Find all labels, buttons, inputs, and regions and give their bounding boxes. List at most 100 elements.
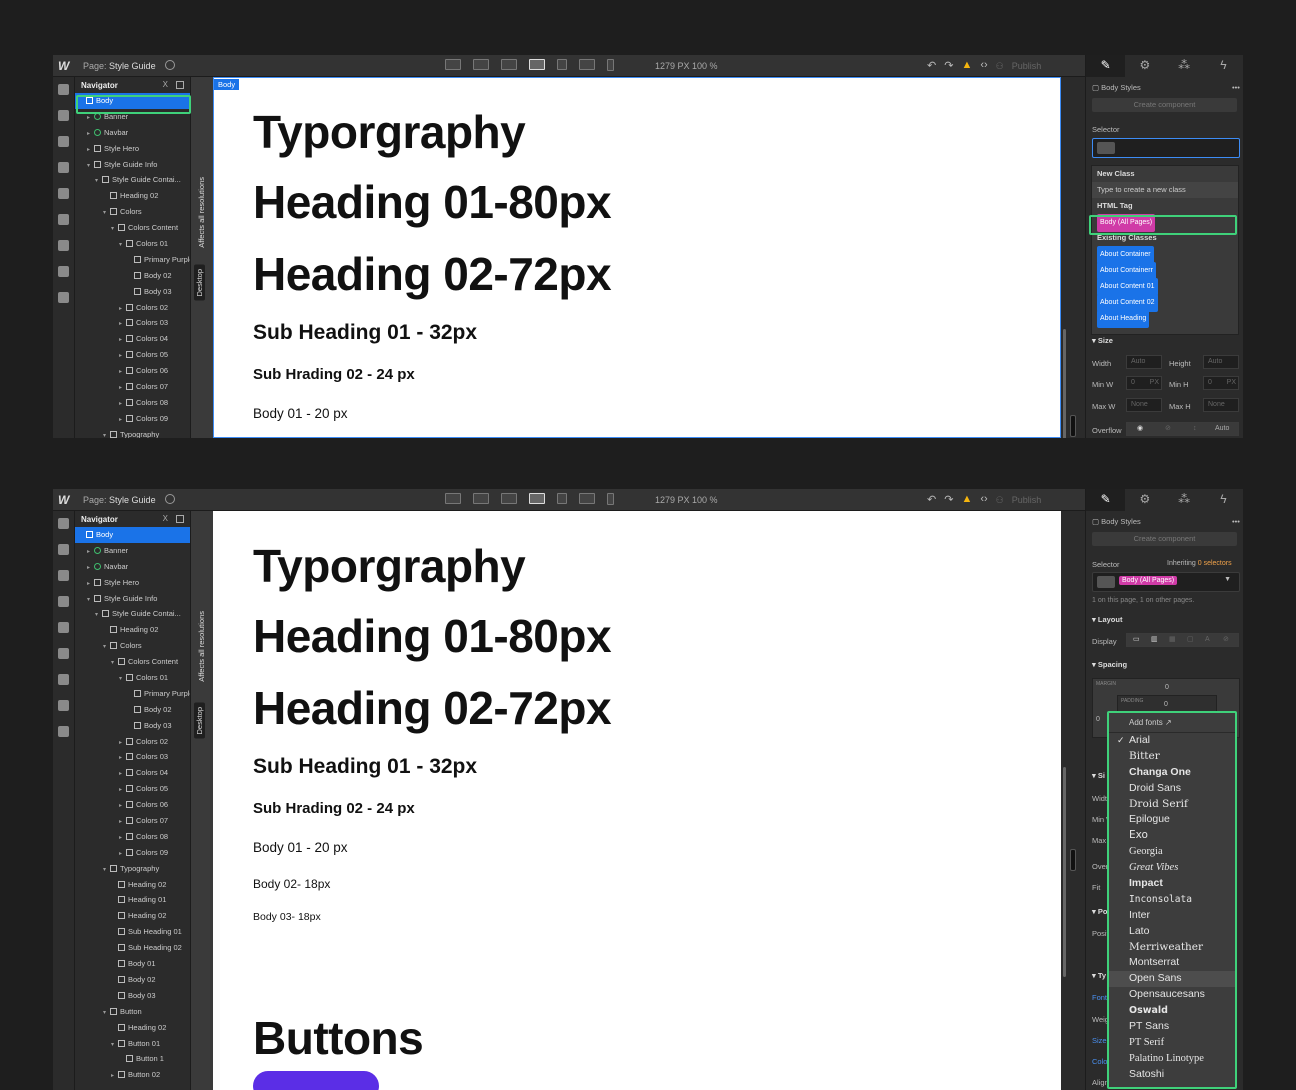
create-component-button[interactable]: Create component (1092, 98, 1237, 112)
navigator-item[interactable]: ▸ Colors 08 (75, 829, 190, 845)
display-none-icon[interactable]: ⊘ (1223, 634, 1229, 646)
navigator-item[interactable]: ▸ Colors 02 (75, 300, 190, 316)
interactions-tab-drops-icon[interactable]: ⁂ (1165, 489, 1204, 511)
warning-icon[interactable]: ▲ (961, 59, 972, 72)
navigator-item[interactable]: Body 02 (75, 268, 190, 284)
assets-icon[interactable] (58, 266, 69, 277)
navigator-item[interactable]: ▸ Navbar (75, 559, 190, 575)
navigator-item[interactable]: Body 03 (75, 988, 190, 1004)
navigator-item[interactable]: ▾ Typography (75, 427, 190, 438)
body-all-pages-chip[interactable]: Body (All Pages) (1119, 576, 1178, 585)
navigator-item[interactable]: ▸ Colors 04 (75, 765, 190, 781)
body-03-sample[interactable]: Body 03- 18px (253, 911, 321, 923)
breakpoint-lg-icon[interactable] (473, 59, 489, 70)
heading-02-sample[interactable]: Heading 02-72px (253, 247, 612, 301)
sub-heading-02-sample[interactable]: Sub Hrading 02 - 24 px (253, 800, 415, 817)
page-selector[interactable]: Page: Style Guide (83, 495, 156, 505)
webflow-logo[interactable]: W (58, 59, 69, 73)
sub-heading-01-sample[interactable]: Sub Heading 01 - 32px (253, 321, 477, 345)
display-grid-icon[interactable]: ▦ (1169, 634, 1176, 646)
more-icon[interactable]: ••• (1232, 83, 1240, 92)
box-icon[interactable] (58, 110, 69, 121)
spacing-section-heading[interactable]: ▾ Spacing (1092, 660, 1243, 669)
navigator-item[interactable]: Body 03 (75, 284, 190, 300)
navigator-item[interactable]: ▾ Button (75, 1004, 190, 1020)
selector-input[interactable]: Body (All Pages) ▼ (1092, 572, 1240, 592)
body-01-sample[interactable]: Body 01 - 20 px (253, 406, 348, 421)
navigator-item[interactable]: ▾ Button 01 (75, 1036, 190, 1052)
undo-icon[interactable]: ↶ (927, 59, 936, 72)
typography-title[interactable]: Typorgraphy (253, 105, 526, 159)
menu-icon[interactable] (58, 570, 69, 581)
navigator-item[interactable]: ▸ Style Hero (75, 141, 190, 157)
breakpoint-desktop-icon[interactable] (529, 59, 545, 70)
users-icon[interactable] (58, 214, 69, 225)
interactions-tab-drops-icon[interactable]: ⁂ (1165, 55, 1204, 77)
navigator-item[interactable]: Heading 02 (75, 908, 190, 924)
gear-icon[interactable] (58, 292, 69, 303)
overflow-auto-option[interactable]: Auto (1215, 423, 1229, 435)
navigator-item[interactable]: ▾ Colors (75, 204, 190, 220)
navigator-item[interactable]: ▸ Colors 03 (75, 749, 190, 765)
redo-icon[interactable]: ↷ (944, 59, 953, 72)
navigator-item[interactable]: ▾ Colors 01 (75, 670, 190, 686)
size-section-heading[interactable]: ▾ Size (1092, 336, 1243, 345)
bolt-tab-icon[interactable]: ϟ (1204, 55, 1243, 77)
desktop-breakpoint-label[interactable]: Desktop (194, 703, 205, 739)
navigator-item[interactable]: ▸ Colors 09 (75, 411, 190, 427)
class-option[interactable]: About Container (1092, 246, 1238, 264)
caret-icon[interactable]: ▾ (103, 429, 110, 438)
share-icon[interactable]: ⚇ (996, 493, 1004, 506)
cart-icon[interactable] (58, 674, 69, 685)
navigator-item[interactable]: ▸ Colors 09 (75, 845, 190, 861)
database-icon[interactable] (58, 188, 69, 199)
webflow-logo[interactable]: W (58, 493, 69, 507)
selector-input[interactable] (1092, 138, 1240, 158)
navigator-item[interactable]: ▸ Banner (75, 543, 190, 559)
navigator-item[interactable]: Primary Purple (75, 686, 190, 702)
heading-01-sample[interactable]: Heading 01-80px (253, 175, 612, 229)
more-icon[interactable]: ••• (1232, 517, 1240, 526)
warning-icon[interactable]: ▲ (961, 493, 972, 506)
navigator-item[interactable]: Heading 02 (75, 622, 190, 638)
users-icon[interactable] (58, 648, 69, 659)
navigator-item[interactable]: ▾ Style Guide Contai... (75, 606, 190, 622)
code-icon[interactable]: ‹› (980, 59, 987, 72)
sub-heading-01-sample[interactable]: Sub Heading 01 - 32px (253, 755, 477, 779)
redo-icon[interactable]: ↷ (944, 493, 953, 506)
display-inline-icon[interactable]: A (1205, 634, 1210, 646)
menu-icon[interactable] (58, 136, 69, 147)
desktop-breakpoint-label[interactable]: Desktop (194, 265, 205, 301)
navigator-item[interactable]: Heading 02 (75, 877, 190, 893)
navigator-item[interactable]: ▾ Style Guide Contai... (75, 172, 190, 188)
navigator-item[interactable]: Body (75, 527, 190, 543)
display-toggle-group[interactable]: ▭ ▥ ▦ ▢ A ⊘ (1126, 633, 1239, 647)
breakpoint-desktop-icon[interactable] (529, 493, 545, 504)
sub-heading-02-sample[interactable]: Sub Hrading 02 - 24 px (253, 366, 415, 383)
navigator-item[interactable]: ▸ Style Hero (75, 575, 190, 591)
min-width-input[interactable]: 0 PX (1126, 376, 1162, 390)
navigator-item[interactable]: Body 02 (75, 972, 190, 988)
navigator-item[interactable]: ▸ Colors 03 (75, 315, 190, 331)
breakpoint-lg-icon[interactable] (473, 493, 489, 504)
page-icon[interactable] (58, 162, 69, 173)
display-inline-block-icon[interactable]: ▢ (1187, 634, 1194, 646)
dock-icon[interactable] (176, 515, 184, 523)
navigator-item[interactable]: ▸ Colors 07 (75, 379, 190, 395)
chevron-down-icon[interactable]: ▼ (1224, 576, 1231, 583)
breakpoint-phone-icon[interactable] (607, 493, 614, 505)
margin-left-value[interactable]: 0 (1096, 716, 1100, 723)
sample-purple-button[interactable] (253, 1071, 379, 1090)
navigator-item[interactable]: ▾ Colors Content (75, 220, 190, 236)
body-02-sample[interactable]: Body 02- 18px (253, 877, 330, 891)
breakpoint-xl-icon[interactable] (445, 493, 461, 504)
close-icon[interactable]: X (163, 80, 168, 89)
navigator-item[interactable]: ▸ Colors 06 (75, 797, 190, 813)
body-element-label[interactable]: Body (214, 79, 240, 90)
max-width-input[interactable]: None (1126, 398, 1162, 412)
publish-button[interactable]: Publish (1012, 59, 1042, 72)
overflow-visible-eye-icon[interactable]: ◉ (1137, 423, 1143, 435)
navigator-item[interactable]: Button 1 (75, 1051, 190, 1067)
breakpoint-tablet-icon[interactable] (557, 59, 567, 70)
overflow-hidden-icon[interactable]: ⊘ (1165, 423, 1171, 435)
